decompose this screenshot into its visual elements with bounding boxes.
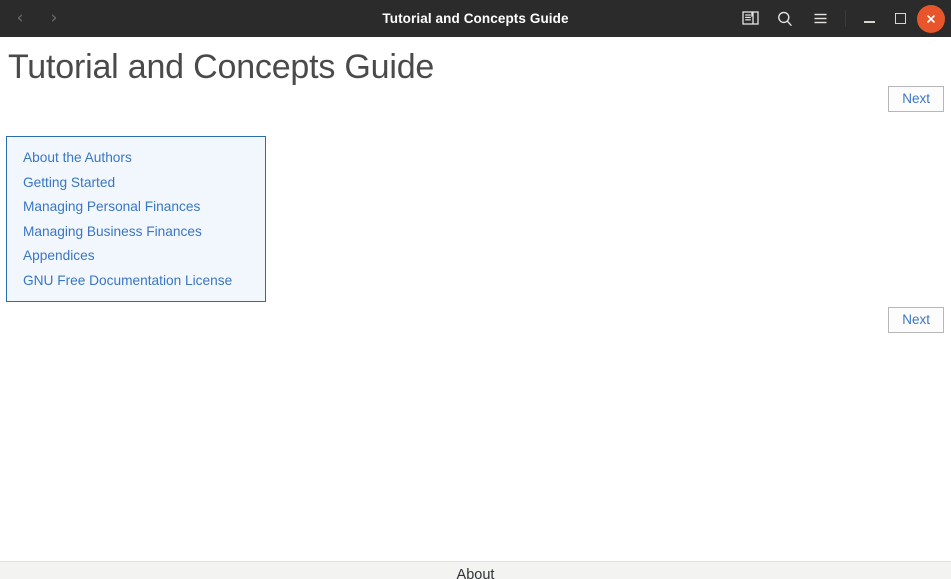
minimize-icon (863, 21, 875, 23)
search-button[interactable] (769, 4, 801, 34)
back-button[interactable]: ‹ (4, 4, 36, 34)
document-content-area: Tutorial and Concepts Guide Next About t… (0, 37, 951, 561)
toc-item-managing-personal-finances[interactable]: Managing Personal Finances (7, 195, 265, 220)
page-title: Tutorial and Concepts Guide (8, 48, 435, 86)
minimize-button[interactable] (855, 5, 883, 33)
library-button[interactable] (734, 4, 766, 34)
close-button[interactable] (917, 4, 945, 33)
toc-item-managing-business-finances[interactable]: Managing Business Finances (7, 220, 265, 245)
search-icon (776, 10, 794, 28)
table-of-contents: About the Authors Getting Started Managi… (6, 136, 266, 302)
footer-bar: About (0, 561, 951, 579)
titlebar-separator (845, 10, 846, 27)
titlebar-controls-group (734, 4, 945, 34)
window-titlebar: ‹ › Tutorial and Concepts Guide (0, 0, 951, 37)
hamburger-menu-icon (812, 10, 829, 27)
toc-item-getting-started[interactable]: Getting Started (7, 171, 265, 196)
toc-item-about-the-authors[interactable]: About the Authors (7, 146, 265, 171)
toc-item-gnu-free-documentation-license[interactable]: GNU Free Documentation License (7, 269, 265, 294)
maximize-icon (894, 13, 906, 24)
chevron-left-icon: ‹ (16, 8, 24, 28)
close-icon (924, 12, 938, 26)
toc-item-appendices[interactable]: Appendices (7, 244, 265, 269)
maximize-button[interactable] (886, 5, 914, 33)
titlebar-navigation-group: ‹ › (4, 4, 70, 34)
chevron-right-icon: › (50, 8, 58, 28)
library-book-icon (741, 10, 759, 27)
menu-button[interactable] (804, 4, 836, 34)
forward-button[interactable]: › (38, 4, 70, 34)
footer-label: About (456, 567, 495, 579)
next-button-bottom[interactable]: Next (888, 307, 944, 333)
next-button-top[interactable]: Next (888, 86, 944, 112)
